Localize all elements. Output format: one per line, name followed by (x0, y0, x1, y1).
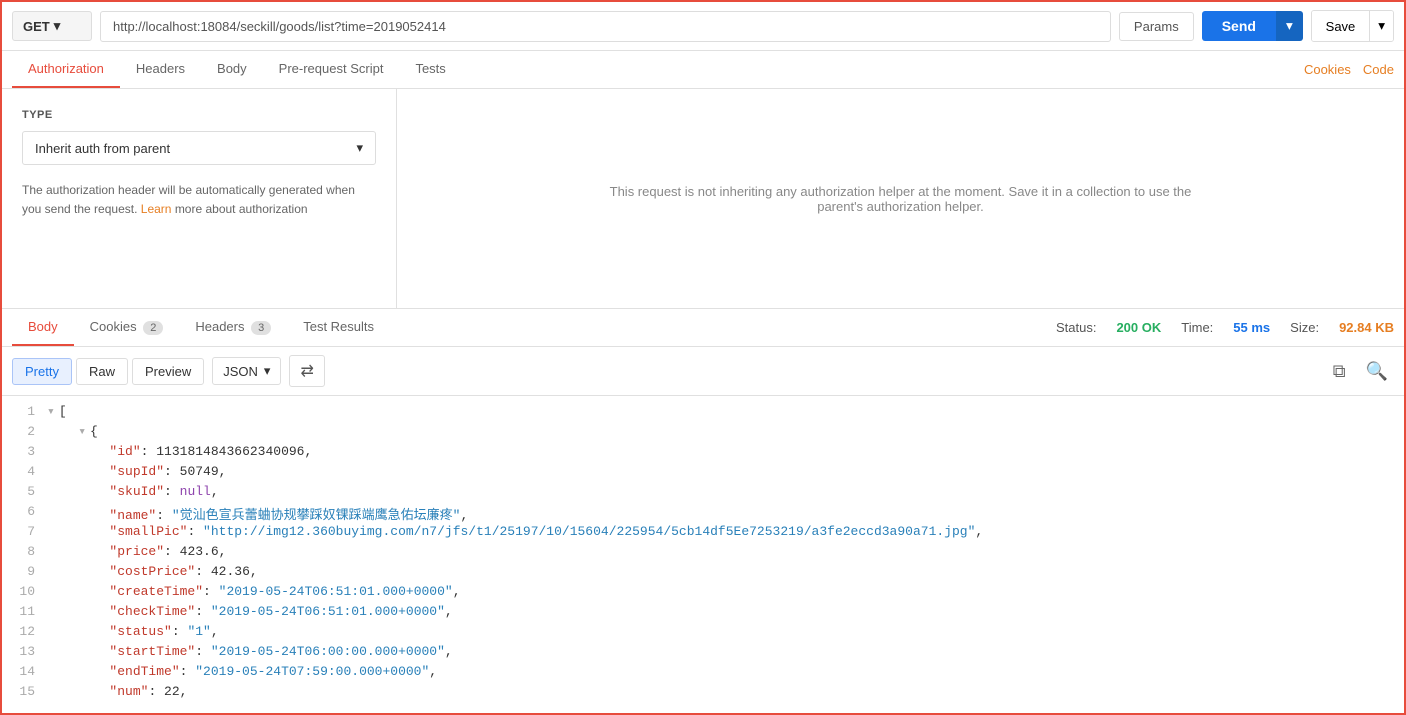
cookies-badge: 2 (143, 321, 163, 335)
auth-type-value: Inherit auth from parent (35, 141, 170, 156)
time-label: Time: (1181, 320, 1213, 335)
save-button[interactable]: Save (1312, 11, 1370, 41)
auth-panel: TYPE Inherit auth from parent ▾ The auth… (2, 89, 1404, 309)
response-toolbar: Pretty Raw Preview JSON ▾ ⇄ ⧉ 🔍 (2, 347, 1404, 396)
url-input[interactable] (100, 11, 1111, 42)
size-value: 92.84 KB (1339, 320, 1394, 335)
code-area[interactable]: 1 ▾[ 2 ▾{ 3 "id": 1131814843662340096, 4… (2, 396, 1404, 713)
send-dropdown-button[interactable]: ▾ (1276, 11, 1303, 41)
code-line-5: 5 "skuId": null, (2, 484, 1404, 504)
auth-desc-after: more about authorization (175, 202, 308, 216)
code-line-12: 12 "status": "1", (2, 624, 1404, 644)
request-tabs: Authorization Headers Body Pre-request S… (2, 51, 1404, 89)
response-section: Body Cookies 2 Headers 3 Test Results St… (2, 309, 1404, 713)
cookies-link[interactable]: Cookies (1304, 62, 1351, 77)
size-label: Size: (1290, 320, 1319, 335)
code-line-11: 11 "checkTime": "2019-05-24T06:51:01.000… (2, 604, 1404, 624)
save-button-group: Save ▾ (1311, 10, 1394, 42)
status-label: Status: (1056, 320, 1096, 335)
resp-tab-test-results[interactable]: Test Results (287, 309, 390, 346)
tab-headers[interactable]: Headers (120, 51, 201, 88)
auth-type-chevron-icon: ▾ (356, 140, 363, 156)
json-chevron-icon: ▾ (264, 363, 271, 379)
send-button[interactable]: Send (1202, 11, 1276, 41)
app-container: GET ▾ Params Send ▾ Save ▾ Authorization… (0, 0, 1406, 715)
code-line-2: 2 ▾{ (2, 424, 1404, 444)
method-chevron-icon: ▾ (54, 18, 61, 34)
auth-left-panel: TYPE Inherit auth from parent ▾ The auth… (2, 89, 397, 308)
search-button[interactable]: 🔍 (1360, 357, 1394, 386)
fold-icon-2[interactable]: ▾ (78, 424, 86, 439)
wrap-button[interactable]: ⇄ (289, 355, 324, 387)
auth-type-select[interactable]: Inherit auth from parent ▾ (22, 131, 376, 165)
time-value: 55 ms (1233, 320, 1270, 335)
auth-info-text: This request is not inheriting any autho… (601, 184, 1201, 214)
resp-tab-body[interactable]: Body (12, 309, 74, 346)
tab-authorization[interactable]: Authorization (12, 51, 120, 88)
tab-body[interactable]: Body (201, 51, 263, 88)
method-label: GET (23, 19, 50, 34)
learn-more-link[interactable]: Learn (141, 202, 172, 216)
tab-pre-request-script[interactable]: Pre-request Script (263, 51, 400, 88)
resp-tab-cookies[interactable]: Cookies 2 (74, 309, 180, 346)
response-tabs-bar: Body Cookies 2 Headers 3 Test Results St… (2, 309, 1404, 347)
code-line-14: 14 "endTime": "2019-05-24T07:59:00.000+0… (2, 664, 1404, 684)
response-status-bar: Status: 200 OK Time: 55 ms Size: 92.84 K… (1056, 320, 1394, 335)
copy-button[interactable]: ⧉ (1327, 357, 1352, 386)
code-line-10: 10 "createTime": "2019-05-24T06:51:01.00… (2, 584, 1404, 604)
resp-tab-headers[interactable]: Headers 3 (179, 309, 287, 346)
code-line-8: 8 "price": 423.6, (2, 544, 1404, 564)
method-select[interactable]: GET ▾ (12, 11, 92, 41)
code-line-1: 1 ▾[ (2, 404, 1404, 424)
code-line-4: 4 "supId": 50749, (2, 464, 1404, 484)
json-format-select[interactable]: JSON ▾ (212, 357, 281, 385)
code-line-7: 7 "smallPic": "http://img12.360buyimg.co… (2, 524, 1404, 544)
save-dropdown-button[interactable]: ▾ (1369, 11, 1393, 41)
code-line-13: 13 "startTime": "2019-05-24T06:00:00.000… (2, 644, 1404, 664)
code-line-9: 9 "costPrice": 42.36, (2, 564, 1404, 584)
code-line-6: 6 "name": "觉汕色宣兵蕾蛐协规攀踩奴锞踩端鹰急佑坛廉疼", (2, 504, 1404, 524)
params-button[interactable]: Params (1119, 12, 1194, 41)
request-tab-right: Cookies Code (1304, 62, 1394, 77)
headers-badge: 3 (251, 321, 271, 335)
auth-right-panel: This request is not inheriting any autho… (397, 89, 1404, 308)
type-label: TYPE (22, 109, 376, 121)
request-bar: GET ▾ Params Send ▾ Save ▾ (2, 2, 1404, 51)
status-value: 200 OK (1116, 320, 1161, 335)
json-label: JSON (223, 364, 258, 379)
code-line-3: 3 "id": 1131814843662340096, (2, 444, 1404, 464)
code-line-15: 15 "num": 22, (2, 684, 1404, 704)
code-link[interactable]: Code (1363, 62, 1394, 77)
fold-icon-1[interactable]: ▾ (47, 404, 55, 419)
auth-description: The authorization header will be automat… (22, 181, 376, 219)
pretty-button[interactable]: Pretty (12, 358, 72, 385)
preview-button[interactable]: Preview (132, 358, 204, 385)
toolbar-right: ⧉ 🔍 (1327, 357, 1394, 386)
tab-tests[interactable]: Tests (399, 51, 461, 88)
send-button-group: Send ▾ (1202, 11, 1303, 41)
raw-button[interactable]: Raw (76, 358, 128, 385)
